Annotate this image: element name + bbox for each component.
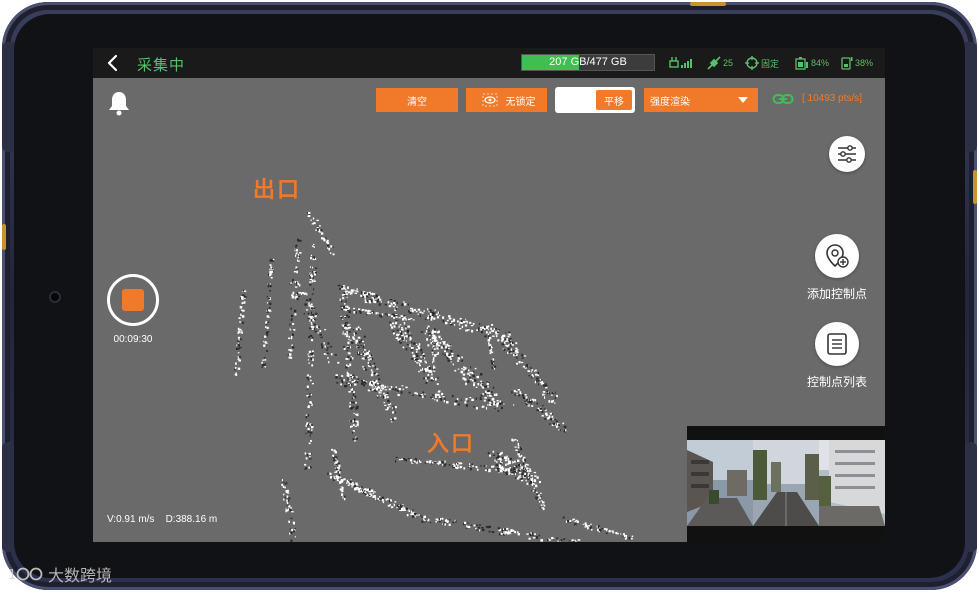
bumper	[965, 42, 977, 152]
fix-indicator: 固定	[745, 56, 779, 70]
watermark: 1 大数跨境	[8, 562, 112, 586]
satellite-icon	[707, 56, 721, 70]
side-key-right	[973, 170, 977, 204]
settings-sliders-icon	[838, 145, 856, 163]
watermark-logo-icon: 1	[8, 567, 43, 583]
side-key-left	[2, 224, 6, 250]
camera-preview[interactable]	[687, 426, 885, 542]
control-point-list-label: 控制点列表	[806, 375, 867, 389]
front-camera	[49, 291, 61, 303]
page-title: 采集中	[137, 57, 186, 74]
status-bar: 采集中 207 GB/477 GB 25 固定 84% 38%	[93, 48, 885, 78]
bumper	[2, 442, 14, 552]
camera-feed-right	[819, 440, 885, 526]
add-control-point-button[interactable]	[815, 234, 859, 278]
fix-status: 固定	[761, 58, 780, 69]
entry-label: 入口	[427, 431, 476, 456]
storage-bar: 207 GB/477 GB	[521, 54, 655, 71]
distance-readout: D:388.16 m	[165, 514, 218, 525]
settings-button[interactable]	[829, 136, 865, 172]
power-button	[690, 2, 726, 6]
back-icon	[107, 54, 118, 72]
bumper	[2, 42, 14, 152]
recording-timer: 00:09:30	[113, 334, 153, 345]
back-button[interactable]	[103, 52, 123, 74]
device-battery-icon	[795, 57, 808, 70]
camera-feed-center	[753, 440, 819, 526]
phone-battery-level: 38%	[855, 58, 874, 68]
list-icon	[827, 333, 847, 355]
velocity-readout: V:0.91 m/s	[107, 514, 155, 525]
signal-icon	[669, 57, 692, 68]
control-point-list-button[interactable]	[815, 322, 859, 366]
device-battery-level: 84%	[811, 58, 830, 68]
record-stop-button[interactable]	[107, 274, 159, 326]
svg-text:1: 1	[8, 568, 16, 583]
satellite-count: 25	[723, 58, 734, 68]
crosshair-icon	[745, 56, 759, 70]
watermark-text: 大数跨境	[48, 568, 113, 585]
signal-indicator	[669, 56, 693, 70]
device-battery-indicator: 84%	[795, 56, 829, 70]
motion-readout: V:0.91 m/s D:388.16 m	[107, 514, 217, 525]
exit-label: 出口	[253, 177, 302, 202]
storage-text: 207 GB/477 GB	[549, 56, 627, 68]
satellite-indicator: 25	[707, 56, 733, 70]
stop-icon	[122, 289, 144, 311]
camera-feed-left	[687, 440, 753, 526]
phone-battery-icon	[841, 57, 853, 70]
point-cloud-points	[234, 211, 634, 542]
add-location-icon	[826, 244, 849, 268]
app-screen: 采集中 207 GB/477 GB 25 固定 84% 38% 清空 无锁定 平…	[93, 48, 885, 542]
bumper	[965, 442, 977, 552]
phone-battery-indicator: 38%	[841, 56, 873, 70]
add-control-point-label: 添加控制点	[806, 287, 867, 301]
